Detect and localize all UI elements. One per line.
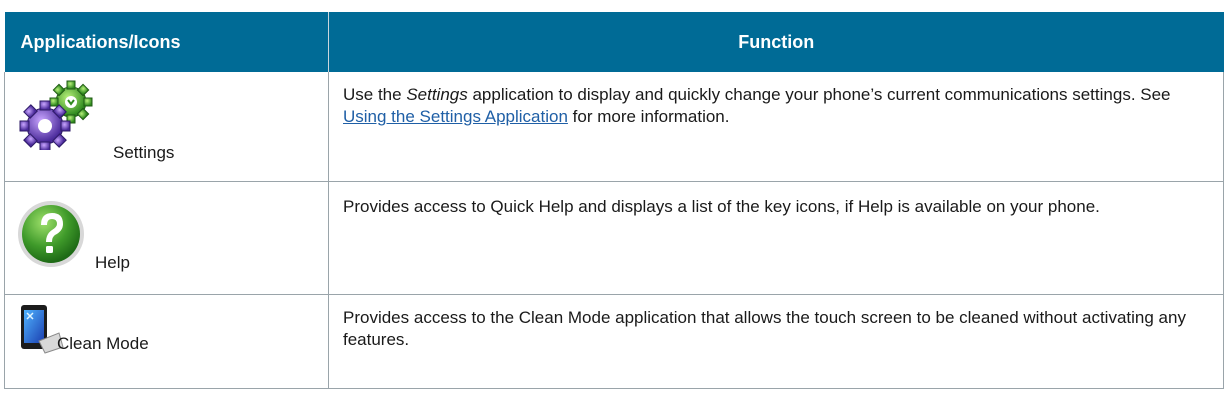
table-row: Clean Mode Provides access to the Clean … — [4, 294, 1224, 389]
settings-gears-icon — [17, 80, 97, 156]
app-label-settings: Settings — [113, 143, 175, 162]
header-function: Function — [328, 12, 1224, 72]
header-applications-icons: Applications/Icons — [4, 12, 329, 72]
settings-desc-prefix: Use the — [343, 85, 407, 104]
function-cell-settings: Use the Settings application to display … — [328, 72, 1224, 182]
table-row: Settings Use the Settings application to… — [4, 72, 1224, 182]
settings-desc-mid: application to display and quickly chang… — [467, 85, 1171, 104]
table-header-row: Applications/Icons Function — [4, 12, 1224, 72]
app-cell-help: Help — [4, 181, 329, 295]
app-cell-clean-mode: Clean Mode — [4, 294, 329, 389]
applications-table: Applications/Icons Function Settings Use… — [4, 12, 1224, 389]
settings-desc-italic: Settings — [406, 85, 468, 104]
app-label-help: Help — [95, 253, 130, 272]
settings-desc-suffix: for more information. — [567, 107, 730, 126]
function-cell-clean-mode: Provides access to the Clean Mode applic… — [328, 294, 1224, 389]
help-question-icon — [15, 198, 87, 276]
app-cell-settings: Settings — [4, 72, 329, 182]
function-cell-help: Provides access to Quick Help and displa… — [328, 181, 1224, 295]
table-row: Help Provides access to Quick Help and d… — [4, 181, 1224, 295]
settings-app-link[interactable]: Using the Settings Application — [343, 107, 568, 126]
app-label-clean-mode: Clean Mode — [57, 334, 149, 353]
